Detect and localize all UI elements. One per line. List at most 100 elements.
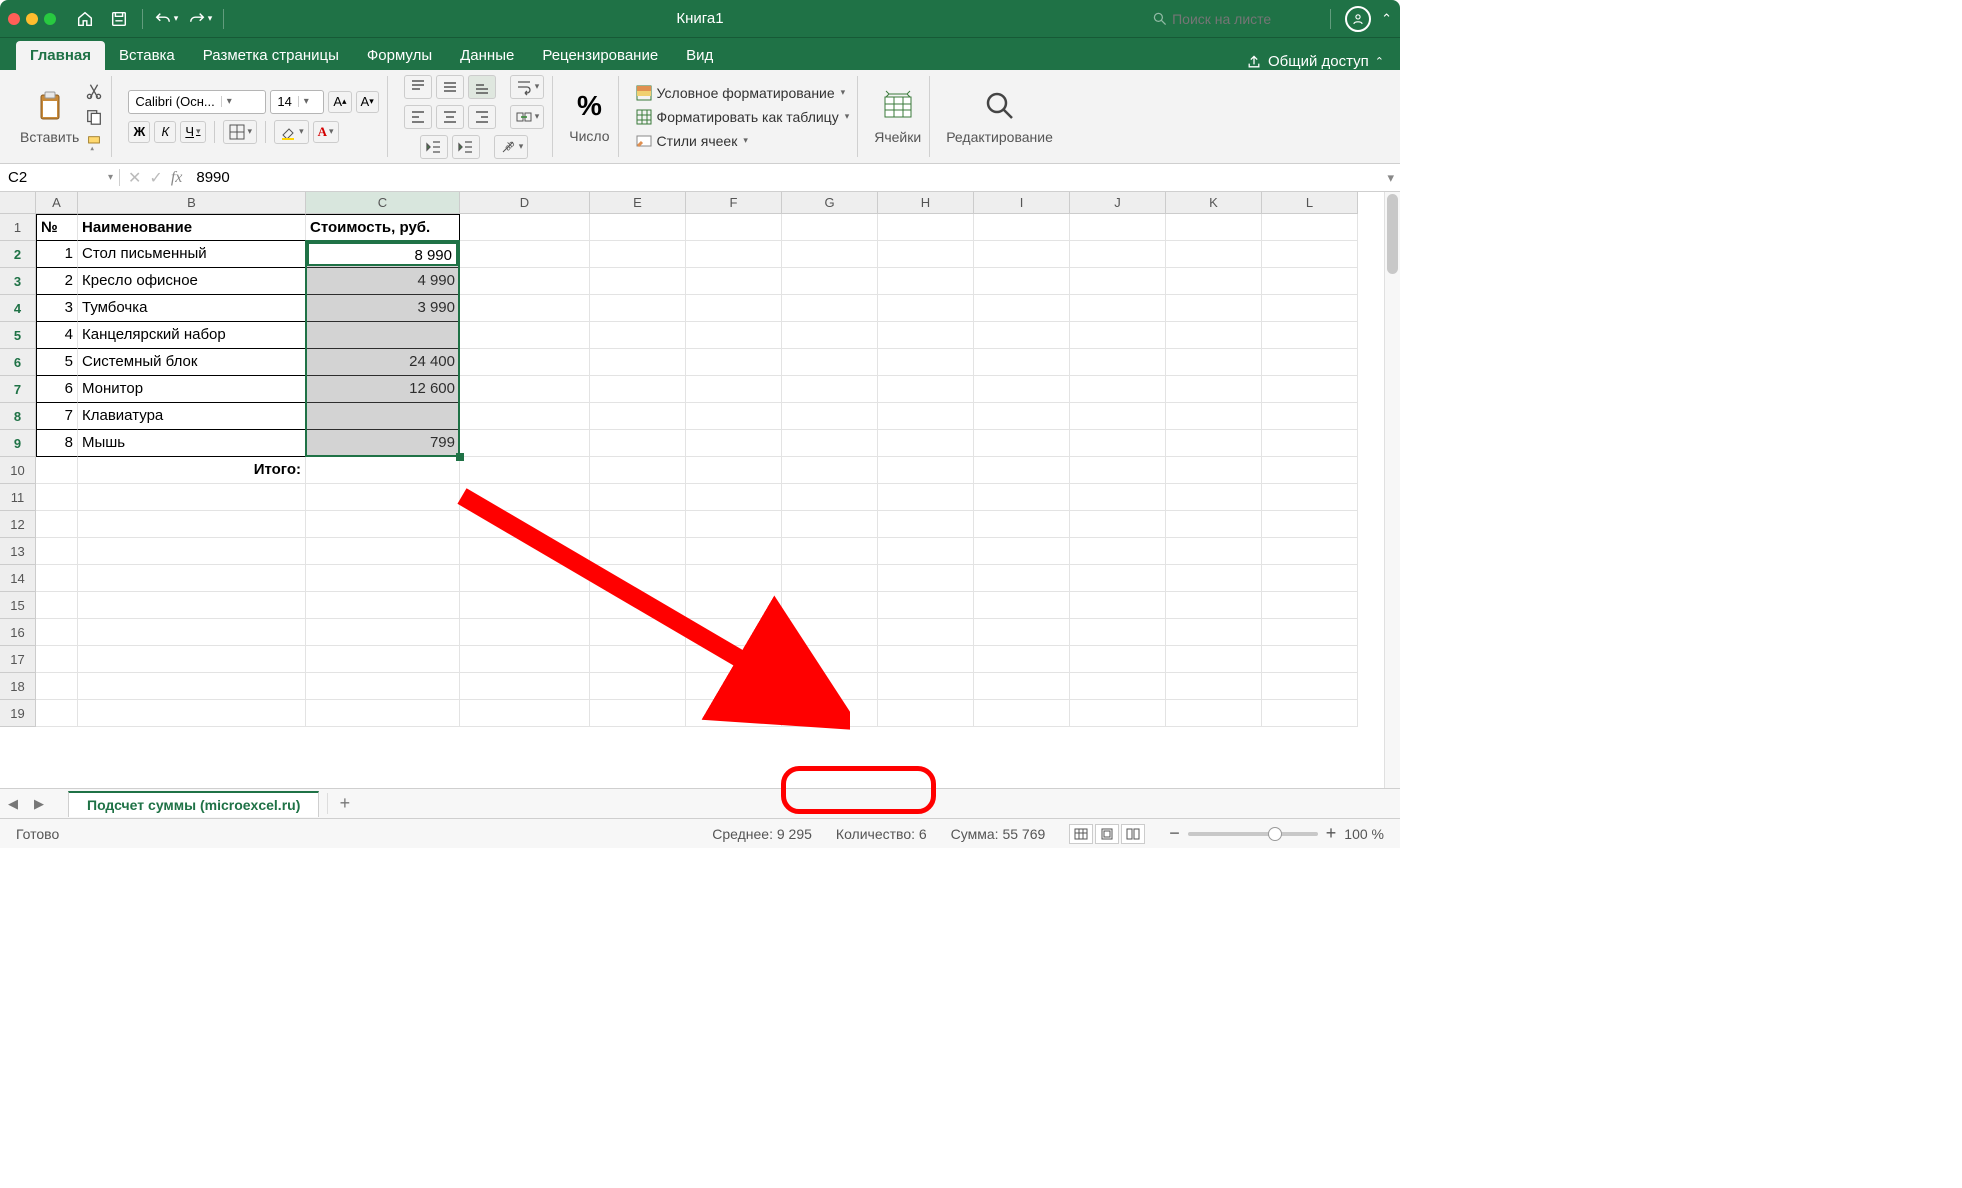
cell[interactable]	[782, 619, 878, 646]
cell[interactable]	[782, 268, 878, 295]
cell[interactable]: Монитор	[78, 376, 306, 403]
cell[interactable]: Стоимость, руб.	[306, 214, 460, 241]
cell[interactable]: 8	[36, 430, 78, 457]
cell[interactable]	[878, 619, 974, 646]
cell[interactable]	[590, 349, 686, 376]
cell[interactable]	[36, 511, 78, 538]
cell[interactable]	[686, 592, 782, 619]
save-icon[interactable]	[104, 4, 134, 34]
cell[interactable]	[306, 565, 460, 592]
cell[interactable]	[590, 484, 686, 511]
cell[interactable]	[1070, 538, 1166, 565]
cell[interactable]	[878, 430, 974, 457]
find-icon[interactable]	[983, 89, 1017, 123]
cell[interactable]	[1262, 673, 1358, 700]
view-page-break-icon[interactable]	[1121, 824, 1145, 844]
cell[interactable]	[1262, 268, 1358, 295]
bold-button[interactable]: Ж	[128, 121, 150, 143]
cell[interactable]	[590, 538, 686, 565]
cell[interactable]	[460, 646, 590, 673]
cell[interactable]	[306, 538, 460, 565]
cell[interactable]	[36, 646, 78, 673]
cell[interactable]	[1262, 241, 1358, 268]
cell[interactable]	[590, 403, 686, 430]
cell[interactable]	[974, 430, 1070, 457]
cell[interactable]: 8 990	[306, 241, 460, 268]
cell[interactable]	[686, 646, 782, 673]
cell[interactable]	[686, 511, 782, 538]
cell[interactable]	[306, 322, 460, 349]
cell[interactable]: 4 990	[306, 268, 460, 295]
tab-formulas[interactable]: Формулы	[353, 41, 446, 70]
row-header[interactable]: 4	[0, 295, 36, 322]
maximize-window-icon[interactable]	[44, 13, 56, 25]
cell[interactable]	[974, 376, 1070, 403]
cell[interactable]	[974, 700, 1070, 727]
cell[interactable]	[1166, 295, 1262, 322]
cell[interactable]	[590, 430, 686, 457]
cell[interactable]	[974, 268, 1070, 295]
cell[interactable]	[1166, 403, 1262, 430]
cell[interactable]	[1166, 484, 1262, 511]
cell[interactable]	[1070, 268, 1166, 295]
row-header[interactable]: 19	[0, 700, 36, 727]
cell[interactable]	[878, 268, 974, 295]
cell[interactable]	[1070, 592, 1166, 619]
cell[interactable]	[306, 673, 460, 700]
cell[interactable]	[974, 403, 1070, 430]
cell[interactable]	[1070, 511, 1166, 538]
align-bottom-icon[interactable]	[468, 75, 496, 99]
cell[interactable]	[306, 592, 460, 619]
name-box-input[interactable]	[0, 169, 90, 186]
sheet-nav-next-icon[interactable]: ▶	[26, 796, 52, 812]
cell[interactable]	[782, 565, 878, 592]
font-color-button[interactable]: A▾	[313, 121, 339, 143]
select-all-corner[interactable]	[0, 192, 36, 214]
cell[interactable]: Системный блок	[78, 349, 306, 376]
align-top-icon[interactable]	[404, 75, 432, 99]
cell[interactable]	[782, 673, 878, 700]
percent-icon[interactable]: %	[577, 90, 602, 122]
cell[interactable]	[1166, 673, 1262, 700]
fx-icon[interactable]: fx	[171, 169, 183, 187]
cell[interactable]	[686, 349, 782, 376]
cell[interactable]	[36, 565, 78, 592]
cell[interactable]	[460, 430, 590, 457]
cell[interactable]	[1166, 565, 1262, 592]
cell[interactable]	[974, 322, 1070, 349]
column-header[interactable]: I	[974, 192, 1070, 214]
font-size-combo[interactable]: 14▾	[270, 90, 324, 114]
row-header[interactable]: 15	[0, 592, 36, 619]
cell[interactable]	[590, 268, 686, 295]
cell[interactable]	[306, 700, 460, 727]
cell[interactable]	[306, 484, 460, 511]
row-header[interactable]: 11	[0, 484, 36, 511]
cell[interactable]	[590, 673, 686, 700]
cell[interactable]	[590, 457, 686, 484]
column-header[interactable]: J	[1070, 192, 1166, 214]
column-header[interactable]: G	[782, 192, 878, 214]
cell[interactable]	[1262, 619, 1358, 646]
cell[interactable]: 1	[36, 241, 78, 268]
home-icon[interactable]	[70, 4, 100, 34]
tab-insert[interactable]: Вставка	[105, 41, 189, 70]
cell[interactable]	[78, 673, 306, 700]
cell[interactable]	[460, 295, 590, 322]
cell[interactable]	[1262, 646, 1358, 673]
row-header[interactable]: 12	[0, 511, 36, 538]
cell[interactable]	[782, 457, 878, 484]
cell[interactable]	[974, 214, 1070, 241]
cell[interactable]	[878, 673, 974, 700]
cell[interactable]: Канцелярский набор	[78, 322, 306, 349]
cell[interactable]	[78, 619, 306, 646]
tab-data[interactable]: Данные	[446, 41, 528, 70]
cell[interactable]	[1262, 565, 1358, 592]
number-group-label[interactable]: Число	[569, 128, 609, 144]
format-as-table-button[interactable]: Форматировать как таблицу▾	[635, 108, 850, 126]
cell[interactable]	[686, 241, 782, 268]
row-header[interactable]: 1	[0, 214, 36, 241]
cell[interactable]	[782, 322, 878, 349]
cell[interactable]	[78, 511, 306, 538]
cell[interactable]	[78, 565, 306, 592]
cell[interactable]	[36, 538, 78, 565]
